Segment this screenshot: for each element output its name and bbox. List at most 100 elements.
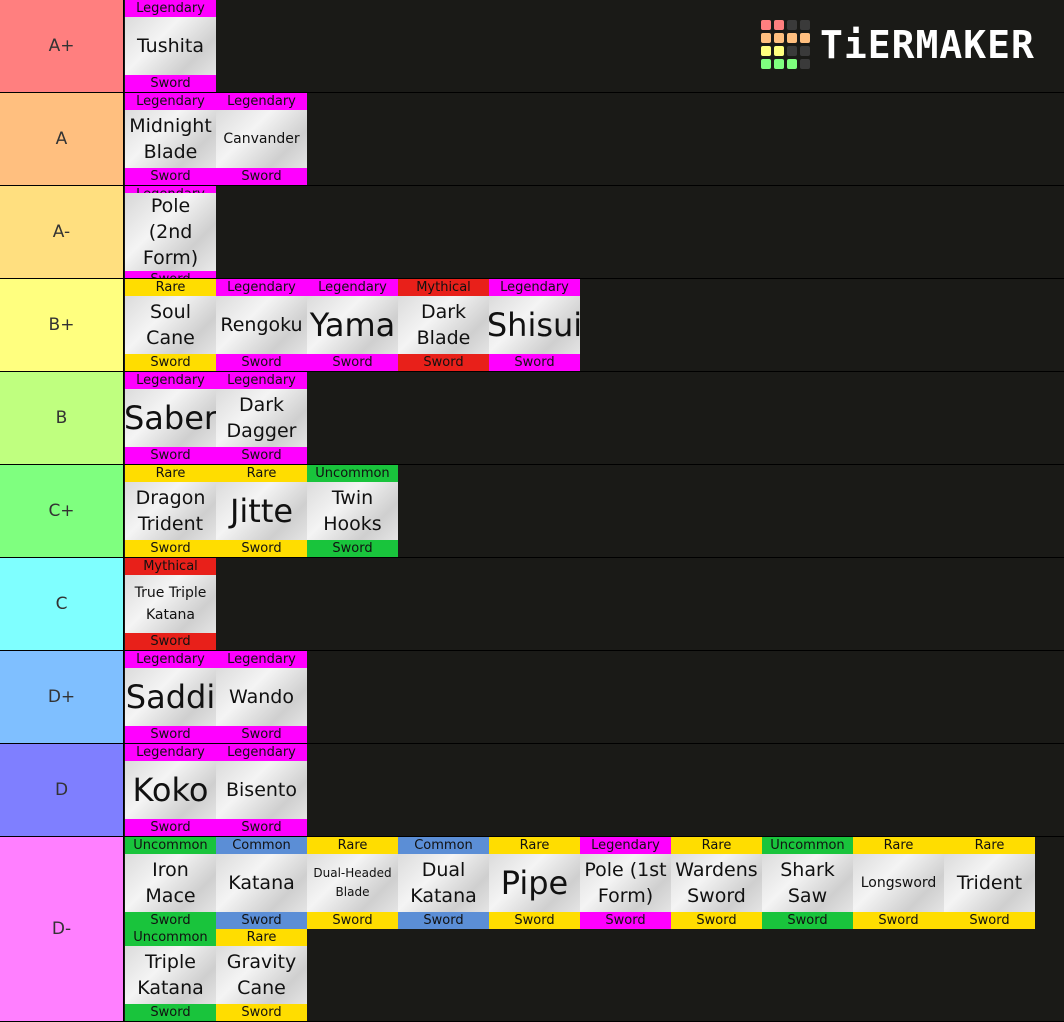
tier-item[interactable]: Legendary Tushita Sword (125, 0, 216, 92)
tier-label[interactable]: B (0, 372, 124, 464)
item-type: Sword (580, 912, 671, 929)
rarity-badge: Rare (944, 837, 1035, 854)
logo-grid-cell (787, 20, 797, 30)
tier-label[interactable]: B+ (0, 279, 124, 371)
tier-item[interactable]: Legendary Pole (2nd Form) Sword (125, 186, 216, 278)
tier-item[interactable]: Rare Trident Sword (944, 837, 1035, 929)
item-type: Sword (125, 540, 216, 557)
tier-item[interactable]: Uncommon Twin Hooks Sword (307, 465, 398, 557)
item-name: Dark Blade (416, 301, 471, 349)
tier-item[interactable]: Rare Dragon Trident Sword (125, 465, 216, 557)
tier-item[interactable]: Legendary Koko Sword (125, 744, 216, 836)
item-type: Sword (125, 1004, 216, 1021)
tier-item[interactable]: Uncommon Triple Katana Sword (125, 929, 216, 1021)
item-name: Midnight Blade (129, 115, 212, 163)
item-type: Sword (944, 912, 1035, 929)
tier-label[interactable]: D (0, 744, 124, 836)
item-type: Sword (125, 354, 216, 371)
item-type: Sword (216, 354, 307, 371)
tier-item[interactable]: Legendary Bisento Sword (216, 744, 307, 836)
rarity-badge: Uncommon (762, 837, 853, 854)
item-type: Sword (216, 540, 307, 557)
tier-row-d-plus: D+ Legendary Saddi Sword Legendary Wando Sword (0, 651, 1064, 744)
rarity-badge: Rare (125, 279, 216, 296)
tier-item[interactable]: Legendary Wando Sword (216, 651, 307, 743)
tier-items: Legendary Pole (2nd Form) Sword (124, 186, 1064, 278)
tier-item[interactable]: Legendary Saddi Sword (125, 651, 216, 743)
item-name: Dragon Trident (135, 487, 206, 535)
tier-label[interactable]: A+ (0, 0, 124, 92)
tier-row-d: D Legendary Koko Sword Legendary Bisento Sword (0, 744, 1064, 837)
item-type: Sword (125, 271, 216, 278)
logo-grid-cell (774, 20, 784, 30)
tier-label[interactable]: A- (0, 186, 124, 278)
tier-item[interactable]: Legendary Rengoku Sword (216, 279, 307, 371)
tier-item[interactable]: Rare Wardens Sword Sword (671, 837, 762, 929)
tier-item[interactable]: Legendary Midnight Blade Sword (125, 93, 216, 185)
tier-item[interactable]: Mythical True Triple Katana Sword (125, 558, 216, 650)
tier-items: Uncommon Iron Mace Sword Common Katana Sword R… (124, 837, 1064, 1021)
tier-item[interactable]: Legendary Yama Sword (307, 279, 398, 371)
tier-label[interactable]: C (0, 558, 124, 650)
logo-grid-cell (774, 59, 784, 69)
tier-label[interactable]: C+ (0, 465, 124, 557)
rarity-badge: Rare (125, 465, 216, 482)
tier-item[interactable]: Rare Dual-Headed Blade Sword (307, 837, 398, 929)
tier-item[interactable]: Rare Soul Cane Sword (125, 279, 216, 371)
item-name: Katana (228, 872, 295, 894)
rarity-badge: Legendary (216, 372, 307, 389)
tier-row-a-minus: A-Legendary Pole (2nd Form) Sword (0, 186, 1064, 279)
rarity-badge: Legendary (125, 186, 216, 193)
tier-item[interactable]: Legendary Shisui Sword (486, 279, 583, 371)
logo-grid-cell (800, 33, 810, 43)
tier-item[interactable]: Legendary Dark Dagger Sword (216, 372, 307, 464)
tier-item[interactable]: Legendary Saber Sword (124, 372, 217, 464)
tier-list: A+ Legendary Tushita Sword A Legendary Midnigh… (0, 0, 1064, 1022)
tier-item[interactable]: Rare Pipe Sword (489, 837, 580, 929)
rarity-badge: Legendary (216, 744, 307, 761)
tier-row-b-plus: B+ Rare Soul Cane Sword Legendary Rengoku Swor… (0, 279, 1064, 372)
logo-grid-cell (787, 33, 797, 43)
item-name: Longsword (860, 875, 937, 891)
item-type: Sword (762, 912, 853, 929)
tier-item[interactable]: Mythical Dark Blade Sword (398, 279, 489, 371)
rarity-badge: Legendary (125, 93, 216, 110)
tier-item[interactable]: Legendary Canvander Sword (216, 93, 307, 185)
tier-row-b: B Legendary Saber Sword Legendary Dark Dagger… (0, 372, 1064, 465)
rarity-badge: Legendary (216, 279, 307, 296)
rarity-badge: Uncommon (125, 837, 216, 854)
item-name: Trident (956, 872, 1023, 894)
item-name: Pole (1st Form) (584, 859, 667, 907)
item-type: Sword (125, 912, 216, 929)
tier-item[interactable]: Common Katana Sword (216, 837, 307, 929)
tier-item[interactable]: Rare Jitte Sword (216, 465, 307, 557)
rarity-badge: Legendary (216, 651, 307, 668)
tier-item[interactable]: Rare Longsword Sword (853, 837, 944, 929)
rarity-badge: Legendary (125, 0, 216, 17)
tier-item[interactable]: Legendary Pole (1st Form) Sword (580, 837, 671, 929)
item-name: Shisui (486, 306, 583, 344)
item-name: Saddi (125, 678, 216, 716)
item-type: Sword (307, 354, 398, 371)
item-type: Sword (125, 447, 216, 464)
item-type: Sword (398, 354, 489, 371)
item-name: Pole (2nd Form) (142, 195, 199, 269)
tier-item[interactable]: Rare Gravity Cane Sword (216, 929, 307, 1021)
tier-label[interactable]: D+ (0, 651, 124, 743)
tiermaker-logo: TiERMAKER (761, 20, 1035, 69)
item-type: Sword (671, 912, 762, 929)
item-name: Soul Cane (146, 301, 195, 349)
rarity-badge: Uncommon (125, 929, 216, 946)
tier-items: Rare Soul Cane Sword Legendary Rengoku Sword L… (124, 279, 1064, 371)
logo-grid-cell (787, 46, 797, 56)
tier-item[interactable]: Common Dual Katana Sword (398, 837, 489, 929)
tier-label[interactable]: A (0, 93, 124, 185)
tier-item[interactable]: Uncommon Iron Mace Sword (125, 837, 216, 929)
item-type: Sword (216, 726, 307, 743)
logo-grid-cell (761, 33, 771, 43)
tier-items: Legendary Koko Sword Legendary Bisento Sword (124, 744, 1064, 836)
tier-item[interactable]: Uncommon Shark Saw Sword (762, 837, 853, 929)
item-type: Sword (125, 75, 216, 92)
item-name: Dual Katana (410, 859, 477, 907)
tier-label[interactable]: D- (0, 837, 124, 1021)
